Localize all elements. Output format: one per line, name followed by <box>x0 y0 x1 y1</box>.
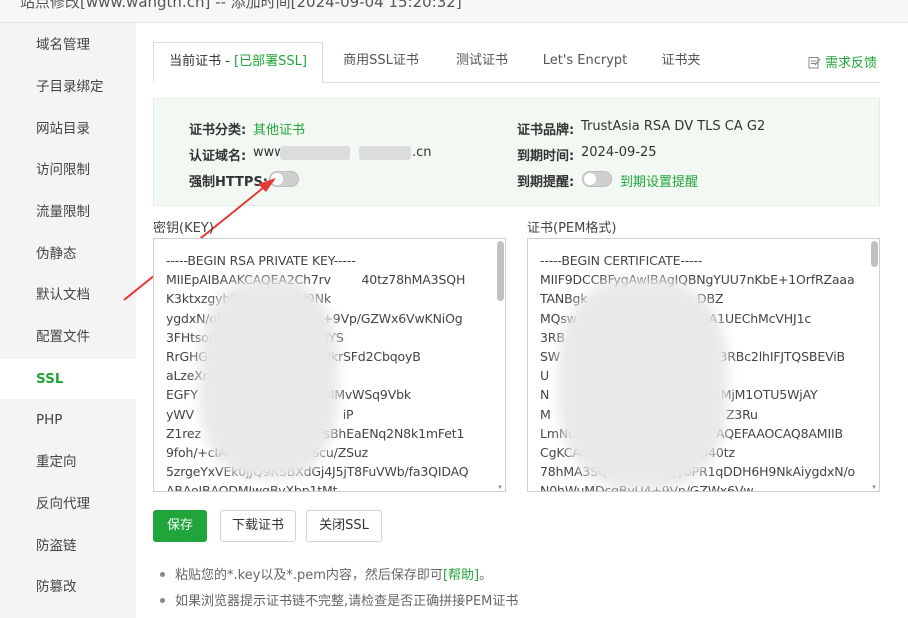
text-line: ABAoIBAQDMJwqBvXbp1tMt <box>166 483 338 492</box>
close-ssl-button[interactable]: 关闭SSL <box>306 510 382 542</box>
scroll-down-icon[interactable]: ▾ <box>870 483 878 491</box>
key-textarea[interactable]: -----BEGIN RSA PRIVATE KEY----- MIIEpAIBA… <box>153 238 506 492</box>
text-line: -----BEGIN CERTIFICATE----- <box>540 253 703 268</box>
bullet-icon <box>160 598 165 603</box>
text-line: 5zrgeYxVEk0jJQ9RSBXdGj4J5jT8FuVWb/fa3QID… <box>166 464 469 480</box>
pem-scrollbar[interactable] <box>871 241 878 267</box>
text-line: MIIEpAIBAAKCAQEA2Ch7rv 40tz78hMA3SQH <box>166 272 466 288</box>
pem-label: 证书(PEM格式) <box>527 221 617 236</box>
bullet-icon <box>160 572 165 577</box>
tip-paste: 粘贴您的*.key以及*.pem内容，然后保存即可[帮助]。 <box>160 564 492 583</box>
text-line: N0hWuMDcqBvU4+9Vp/GZWx6Vw <box>540 481 860 491</box>
key-scrollbar[interactable] <box>497 241 504 301</box>
text-line: MIIF9DCCBFygAwIBAgIQBNgYUU7nKbE+1OrfRZaa… <box>540 272 855 288</box>
redaction-blur <box>199 279 339 479</box>
save-button[interactable]: 保存 <box>153 510 207 542</box>
redaction-blur <box>558 279 728 489</box>
pem-textarea[interactable]: -----BEGIN CERTIFICATE----- MIIF9DCCBFygA… <box>527 238 880 492</box>
text-line: -----BEGIN RSA PRIVATE KEY----- <box>166 253 356 268</box>
download-cert-button[interactable]: 下载证书 <box>220 510 296 542</box>
help-link[interactable]: [帮助] <box>443 568 479 583</box>
tip-chain: 如果浏览器提示证书链不完整,请检查是否正确拼接PEM证书 <box>160 590 518 609</box>
key-label: 密钥(KEY) <box>153 221 214 236</box>
scroll-down-icon[interactable]: ▾ <box>496 483 504 491</box>
